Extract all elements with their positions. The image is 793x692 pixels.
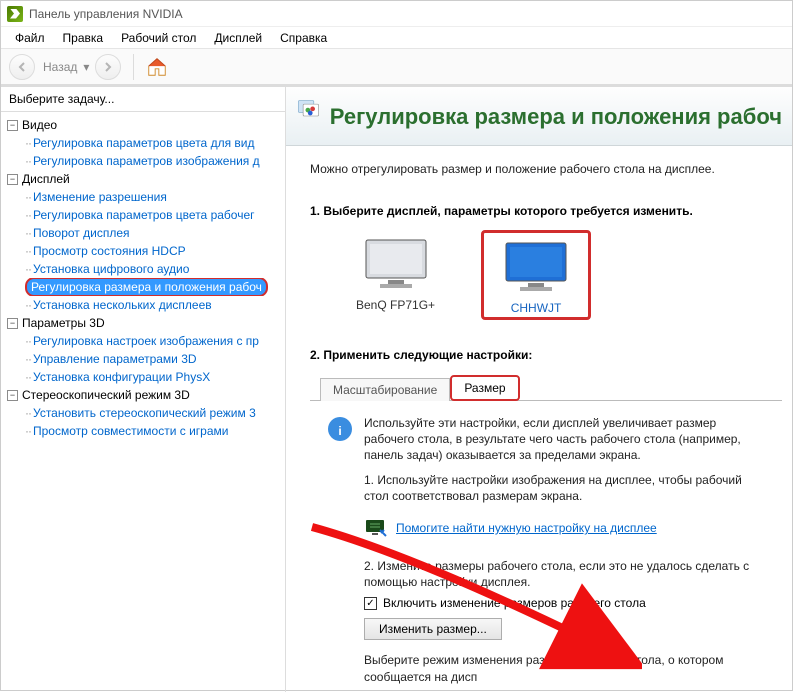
menu-bar: Файл Правка Рабочий стол Дисплей Справка [1, 27, 792, 49]
page-icon [296, 97, 320, 137]
display-picker: BenQ FP71G+ CHHWJT [340, 230, 782, 320]
task-tree: −Видео··Регулировка параметров цвета для… [1, 112, 285, 444]
tree-toggle[interactable]: − [7, 390, 18, 401]
tree-item[interactable]: Установить стереоскопический режим 3 [33, 406, 256, 420]
tree-item[interactable]: Управление параметрами 3D [33, 352, 197, 366]
enable-resize-checkbox[interactable]: ✓ [364, 597, 377, 610]
step1-heading: 1. Выберите дисплей, параметры которого … [310, 204, 782, 218]
window-title: Панель управления NVIDIA [29, 7, 183, 21]
tree-item[interactable]: Установка цифрового аудио [33, 262, 189, 276]
display-option[interactable]: CHHWJT [481, 230, 591, 320]
nav-forward-button[interactable] [95, 54, 121, 80]
resize-button[interactable]: Изменить размер... [364, 618, 502, 640]
display-settings-icon [364, 516, 388, 540]
tree-group-label[interactable]: Стереоскопический режим 3D [22, 388, 190, 402]
tree-item[interactable]: Изменение разрешения [33, 190, 167, 204]
menu-desktop[interactable]: Рабочий стол [113, 29, 204, 47]
monitor-icon [360, 236, 432, 292]
substep2: 2. Измените размеры рабочего стола, если… [364, 558, 766, 590]
tree-toggle[interactable]: − [7, 120, 18, 131]
home-icon [146, 56, 168, 78]
menu-help[interactable]: Справка [272, 29, 335, 47]
tree-group-label[interactable]: Параметры 3D [22, 316, 105, 330]
tree-item[interactable]: Регулировка параметров цвета рабочег [33, 208, 255, 222]
display-option[interactable]: BenQ FP71G+ [340, 230, 451, 320]
toolbar-separator [133, 54, 134, 80]
nav-back-label: Назад [43, 60, 77, 74]
sidebar-heading: Выберите задачу... [1, 87, 285, 112]
substep1: 1. Используйте настройки изображения на … [364, 472, 766, 504]
tree-item[interactable]: Поворот дисплея [33, 226, 130, 240]
svg-text:i: i [338, 424, 341, 438]
tree-item[interactable]: Просмотр совместимости с играми [33, 424, 228, 438]
help-link[interactable]: Помогите найти нужную настройку на диспл… [396, 521, 657, 535]
monitor-icon [500, 239, 572, 295]
menu-display[interactable]: Дисплей [206, 29, 270, 47]
enable-resize-label: Включить изменение размеров рабочего сто… [383, 596, 646, 610]
tree-toggle[interactable]: − [7, 318, 18, 329]
arrow-left-icon [16, 61, 28, 73]
nvidia-icon [7, 6, 23, 22]
tree-item[interactable]: Просмотр состояния HDCP [33, 244, 186, 258]
info-icon: i [326, 415, 354, 443]
menu-file[interactable]: Файл [7, 29, 53, 47]
tree-toggle[interactable]: − [7, 174, 18, 185]
tree-item[interactable]: Регулировка настроек изображения с пр [33, 334, 259, 348]
home-button[interactable] [146, 56, 168, 78]
nav-back-button[interactable] [9, 54, 35, 80]
tree-group-label[interactable]: Дисплей [22, 172, 70, 186]
tree-item[interactable]: Регулировка параметров цвета для вид [33, 136, 254, 150]
step2-heading: 2. Применить следующие настройки: [310, 348, 782, 362]
tree-item[interactable]: Установка конфигурации PhysX [33, 370, 210, 384]
info-text: Используйте эти настройки, если дисплей … [364, 415, 766, 464]
display-label: BenQ FP71G+ [356, 298, 435, 312]
tree-item[interactable]: Установка нескольких дисплеев [33, 298, 212, 312]
menu-edit[interactable]: Правка [55, 29, 112, 47]
tree-item[interactable]: Регулировка размера и положения рабоч [31, 280, 262, 294]
display-label: CHHWJT [511, 301, 562, 315]
nav-back-dropdown[interactable]: ▾ [83, 60, 89, 74]
arrow-right-icon [102, 61, 114, 73]
tree-item[interactable]: Регулировка параметров изображения д [33, 154, 260, 168]
tree-group-label[interactable]: Видео [22, 118, 57, 132]
tab-scaling[interactable]: Масштабирование [320, 378, 450, 401]
page-intro: Можно отрегулировать размер и положение … [310, 162, 782, 176]
mode-label: Выберите режим изменения размера рабочег… [364, 652, 766, 684]
tab-size[interactable]: Размер [450, 375, 519, 401]
page-title: Регулировка размера и положения рабоч [330, 104, 782, 130]
